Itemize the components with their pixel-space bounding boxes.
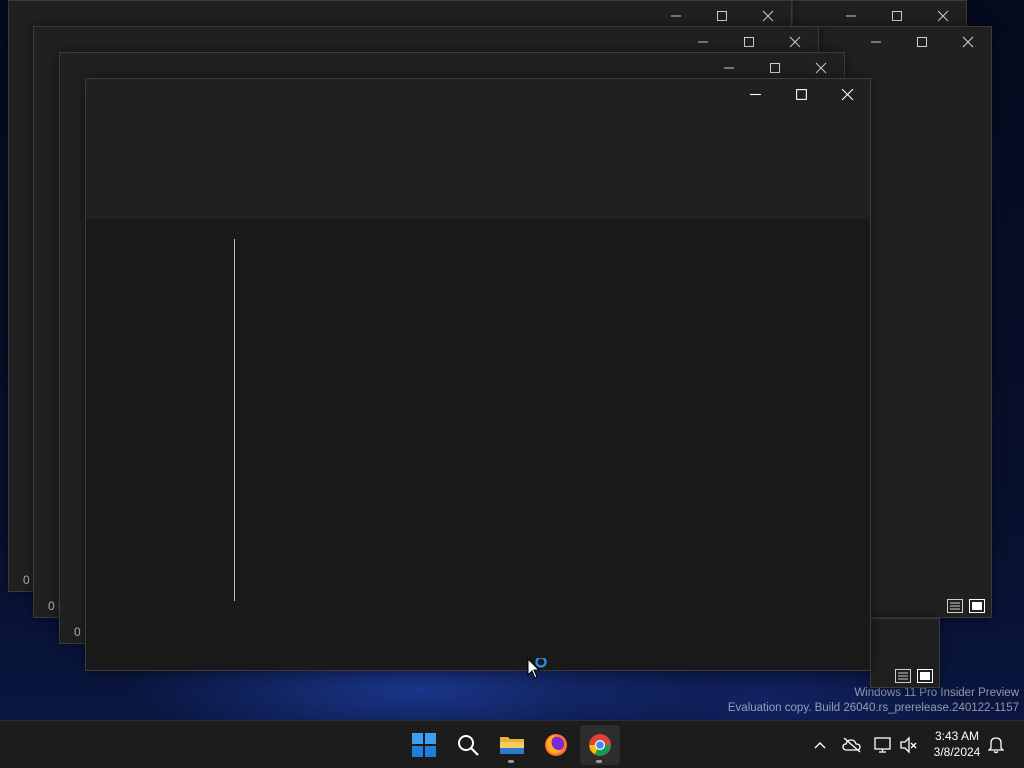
view-toggle xyxy=(947,599,985,613)
search-icon xyxy=(458,735,479,756)
maximize-button[interactable] xyxy=(899,27,945,57)
taskbar-firefox[interactable] xyxy=(536,725,576,765)
background-window-6[interactable] xyxy=(870,618,940,688)
chevron-up-icon xyxy=(814,742,826,749)
large-icons-view-icon[interactable] xyxy=(969,599,985,613)
search-button[interactable] xyxy=(448,725,488,765)
running-indicator xyxy=(508,760,514,763)
start-icon xyxy=(412,733,436,757)
view-toggle xyxy=(895,669,933,683)
network-icon xyxy=(874,737,891,753)
show-hidden-icons-button[interactable] xyxy=(809,733,831,757)
start-button[interactable] xyxy=(404,725,444,765)
minimize-button[interactable] xyxy=(853,27,899,57)
chrome-icon xyxy=(589,734,611,756)
maximize-button[interactable] xyxy=(778,79,824,109)
pane-divider[interactable] xyxy=(234,239,235,601)
volume-tray[interactable] xyxy=(898,733,920,757)
close-button[interactable] xyxy=(824,79,870,109)
taskbar-clock[interactable]: 3:43 AM 3/8/2024 xyxy=(926,728,988,760)
window-controls xyxy=(732,79,870,109)
firefox-icon xyxy=(545,734,567,756)
window-controls xyxy=(853,27,991,57)
notification-button[interactable] xyxy=(985,733,1007,757)
evaluation-watermark: Windows 11 Pro Insider Preview Evaluatio… xyxy=(728,686,1019,716)
watermark-line-2: Evaluation copy. Build 26040.rs_prerelea… xyxy=(727,702,1019,714)
running-indicator xyxy=(596,760,602,763)
taskbar-chrome[interactable] xyxy=(580,725,620,765)
taskbar xyxy=(0,720,1024,768)
minimize-button[interactable] xyxy=(732,79,778,109)
volume-muted-icon xyxy=(900,736,917,754)
file-explorer-icon xyxy=(500,737,524,754)
details-view-icon[interactable] xyxy=(895,669,911,683)
clock-time: 3:43 AM xyxy=(934,729,980,743)
clock-date: 3/8/2024 xyxy=(933,745,981,759)
cloud-offline-icon xyxy=(842,737,861,753)
network-tray[interactable] xyxy=(872,733,894,757)
close-button[interactable] xyxy=(945,27,991,57)
busy-cursor-icon xyxy=(527,656,553,687)
taskbar-file-explorer[interactable] xyxy=(492,725,532,765)
active-window[interactable] xyxy=(85,78,871,671)
onedrive-tray[interactable] xyxy=(841,733,863,757)
bell-icon xyxy=(988,737,1004,754)
watermark-line-1: Windows 11 Pro Insider Preview xyxy=(854,687,1019,699)
details-view-icon[interactable] xyxy=(947,599,963,613)
large-icons-view-icon[interactable] xyxy=(917,669,933,683)
status-item-count: 0 xyxy=(74,625,81,639)
